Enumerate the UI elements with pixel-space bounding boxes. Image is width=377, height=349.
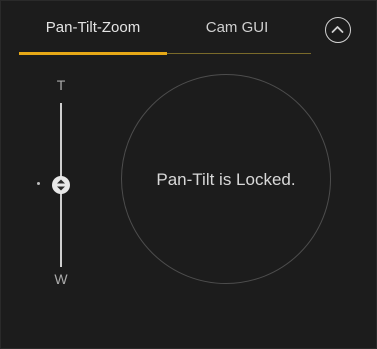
zoom-center-marker (37, 182, 40, 185)
zoom-slider: T W (31, 67, 91, 297)
ptz-panel: Pan-Tilt-Zoom Cam GUI T W Pan-Tilt is Lo… (0, 0, 377, 349)
chevron-up-icon (331, 26, 344, 33)
tab-cam-gui[interactable]: Cam GUI (181, 1, 293, 53)
tab-pan-tilt-zoom[interactable]: Pan-Tilt-Zoom (19, 1, 167, 55)
pan-tilt-status: Pan-Tilt is Locked. (156, 170, 296, 189)
tab-bar: Pan-Tilt-Zoom Cam GUI (19, 1, 311, 55)
pan-tilt-pad[interactable]: Pan-Tilt is Locked. (121, 74, 331, 284)
collapse-button[interactable] (325, 17, 351, 43)
zoom-slider-thumb[interactable] (52, 176, 70, 194)
up-down-arrows-icon (57, 179, 65, 191)
zoom-tele-label: T (56, 77, 66, 93)
zoom-wide-label: W (54, 271, 68, 287)
